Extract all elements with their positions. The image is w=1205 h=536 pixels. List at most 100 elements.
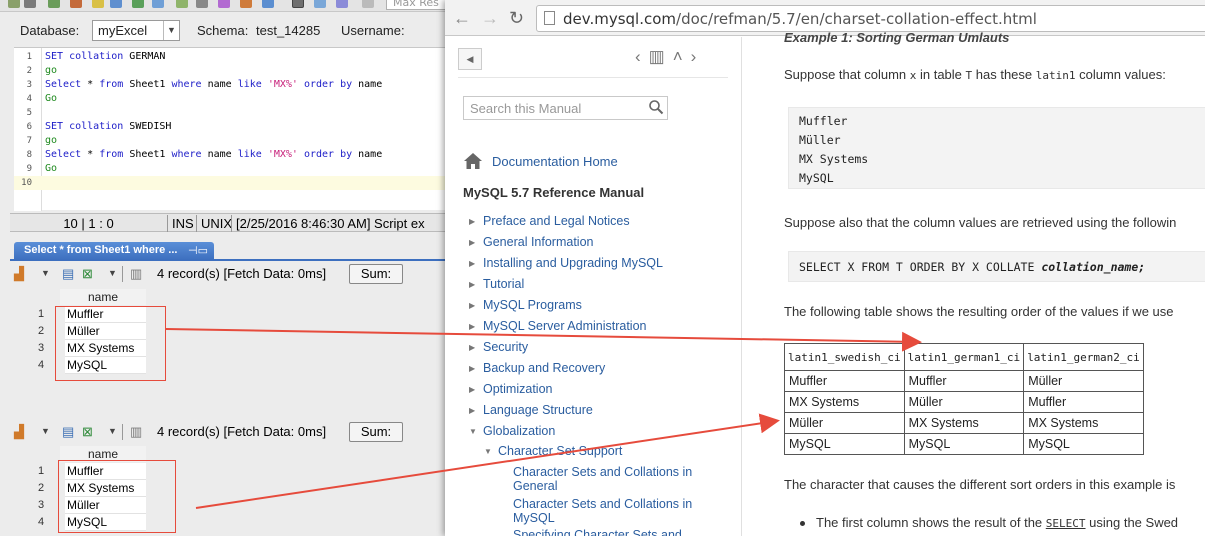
code-token: SWEDISH — [129, 121, 172, 132]
import-icon[interactable] — [152, 0, 164, 8]
code-line[interactable]: 6 SET collation SWEDISH — [14, 120, 445, 134]
paragraph-1: Suppose that column x in table T has the… — [784, 67, 1166, 82]
chevron-down-icon[interactable]: ▼ — [41, 268, 50, 278]
toc-label: MySQL Programs — [483, 298, 582, 312]
chevron-right-icon[interactable]: ▶ — [469, 259, 475, 268]
code-token: from — [99, 149, 130, 160]
docs-sidebar: ◀ ‹▥˄› Search this Manual Documentation … — [445, 37, 742, 536]
row-number: 1 — [37, 308, 45, 320]
copy-icon[interactable]: ▥ — [130, 266, 142, 282]
record-count: 4 record(s) [Fetch Data: 0ms] — [157, 266, 327, 281]
chevron-right-icon[interactable]: ▶ — [469, 301, 475, 310]
chevron-down-icon[interactable]: ▼ — [484, 447, 492, 456]
search-icon[interactable] — [648, 99, 664, 115]
book-icon[interactable]: ▥ — [649, 47, 673, 66]
collapse-sidebar-icon[interactable]: ◀ — [458, 48, 482, 70]
toc-subitem[interactable]: Specifying Character Sets and — [513, 528, 682, 536]
chevron-right-icon[interactable]: ▶ — [469, 343, 475, 352]
save-icon[interactable]: ▤ — [62, 424, 74, 440]
save-icon[interactable]: ▤ — [62, 266, 74, 282]
page-icon[interactable] — [362, 0, 374, 8]
line-number: 7 — [26, 136, 32, 146]
code-text: go — [45, 134, 57, 148]
database-select[interactable]: myExcel ▼ — [92, 20, 180, 41]
sum-button[interactable]: Sum: — [349, 422, 403, 442]
stop-icon[interactable] — [70, 0, 82, 8]
export-icon[interactable] — [92, 0, 104, 8]
chevron-right-icon[interactable]: ▶ — [469, 406, 475, 415]
address-bar[interactable]: dev.mysql.com/doc/refman/5.7/en/charset-… — [536, 5, 1205, 32]
code-line[interactable]: 8 Select * from Sheet1 where name like 'M… — [14, 148, 445, 162]
sum-button[interactable]: Sum: — [349, 264, 403, 284]
tool-icon[interactable] — [110, 0, 122, 8]
code-token: where — [171, 149, 208, 160]
code-token: * — [87, 79, 100, 90]
prev-page-icon[interactable]: ‹ — [635, 47, 649, 66]
code-line[interactable]: 1 SET collation GERMAN — [14, 50, 445, 64]
chart-icon[interactable]: ▟ — [14, 424, 24, 440]
plan-icon[interactable] — [218, 0, 230, 8]
chevron-right-icon[interactable]: ▶ — [469, 322, 475, 331]
filter-icon[interactable] — [336, 0, 348, 8]
chevron-down-icon[interactable]: ▼ — [108, 426, 117, 436]
code-line[interactable]: 5 — [14, 106, 445, 120]
select-link[interactable]: SELECT — [1046, 517, 1086, 530]
code-line[interactable]: 9 Go — [14, 162, 445, 176]
format-icon[interactable] — [176, 0, 188, 8]
copy-icon[interactable]: ▥ — [130, 424, 142, 440]
chevron-right-icon[interactable]: ▶ — [469, 217, 475, 226]
result-tab-label: Select * from Sheet1 where ... — [24, 244, 178, 256]
chevron-right-icon[interactable]: ▶ — [469, 364, 475, 373]
back-icon[interactable]: ← — [453, 8, 471, 29]
code-line: Müller — [799, 133, 841, 147]
sql-editor[interactable]: 1 SET collation GERMAN 2 go 3 Select * from S… — [14, 47, 445, 211]
forward-icon[interactable]: → — [481, 8, 499, 29]
refresh-icon[interactable] — [48, 0, 60, 8]
excel-icon[interactable]: ⊠ — [82, 266, 93, 282]
pin-icon[interactable]: ⊣▭ — [188, 244, 208, 257]
chevron-down-icon[interactable]: ▼ — [469, 427, 477, 436]
add-icon[interactable] — [132, 0, 144, 8]
max-results-input[interactable]: Max Res — [386, 0, 445, 10]
code-line[interactable]: 2 go — [14, 64, 445, 78]
bookmark-icon[interactable] — [262, 0, 274, 8]
table-header: latin1_german1_ci — [903, 343, 1025, 371]
code-line[interactable]: 7 go — [14, 134, 445, 148]
manual-title: MySQL 5.7 Reference Manual — [463, 185, 645, 200]
toc-label: General Information — [483, 235, 594, 249]
column-header-name[interactable]: name — [60, 289, 146, 305]
chevron-down-icon[interactable]: ▼ — [108, 268, 117, 278]
code-line[interactable]: 3 Select * from Sheet1 where name like 'M… — [14, 78, 445, 92]
text: Suppose that column — [784, 67, 910, 82]
code-token: like — [237, 149, 268, 160]
next-page-icon[interactable]: › — [691, 47, 705, 66]
text: in table — [916, 67, 966, 82]
chevron-down-icon[interactable]: ▼ — [163, 21, 179, 40]
chevron-right-icon[interactable]: ▶ — [469, 238, 475, 247]
search-input[interactable]: Search this Manual — [463, 96, 668, 120]
toc-subitem-line: Specifying Character Sets and — [513, 528, 682, 536]
toc-subitem[interactable]: Character Sets and Collations in MySQL — [513, 497, 692, 525]
result-tab[interactable]: Select * from Sheet1 where ... ⊣▭ — [14, 242, 214, 260]
text: has these — [972, 67, 1036, 82]
code-text: Go — [45, 92, 57, 106]
chevron-down-icon[interactable]: ▼ — [41, 426, 50, 436]
dropdown-icon[interactable] — [24, 0, 36, 8]
code-line[interactable]: 4 Go — [14, 92, 445, 106]
text-view-icon[interactable] — [314, 0, 326, 8]
up-icon[interactable]: ˄ — [673, 47, 691, 66]
code-text: SET collation GERMAN — [45, 50, 165, 64]
toc-subitem[interactable]: Character Sets and Collations in General — [513, 465, 692, 493]
grid-view-icon[interactable] — [292, 0, 304, 8]
chart-icon[interactable]: ▟ — [14, 266, 24, 282]
run-icon[interactable] — [8, 0, 20, 8]
table-cell: Muffler — [903, 370, 1025, 392]
excel-icon[interactable]: ⊠ — [82, 424, 93, 440]
username-label: Username: — [341, 23, 405, 38]
code-line[interactable]: 10 — [14, 176, 445, 190]
chevron-right-icon[interactable]: ▶ — [469, 385, 475, 394]
chevron-right-icon[interactable]: ▶ — [469, 280, 475, 289]
reload-icon[interactable]: ↻ — [509, 8, 524, 29]
settings-icon[interactable] — [196, 0, 208, 8]
history-icon[interactable] — [240, 0, 252, 8]
